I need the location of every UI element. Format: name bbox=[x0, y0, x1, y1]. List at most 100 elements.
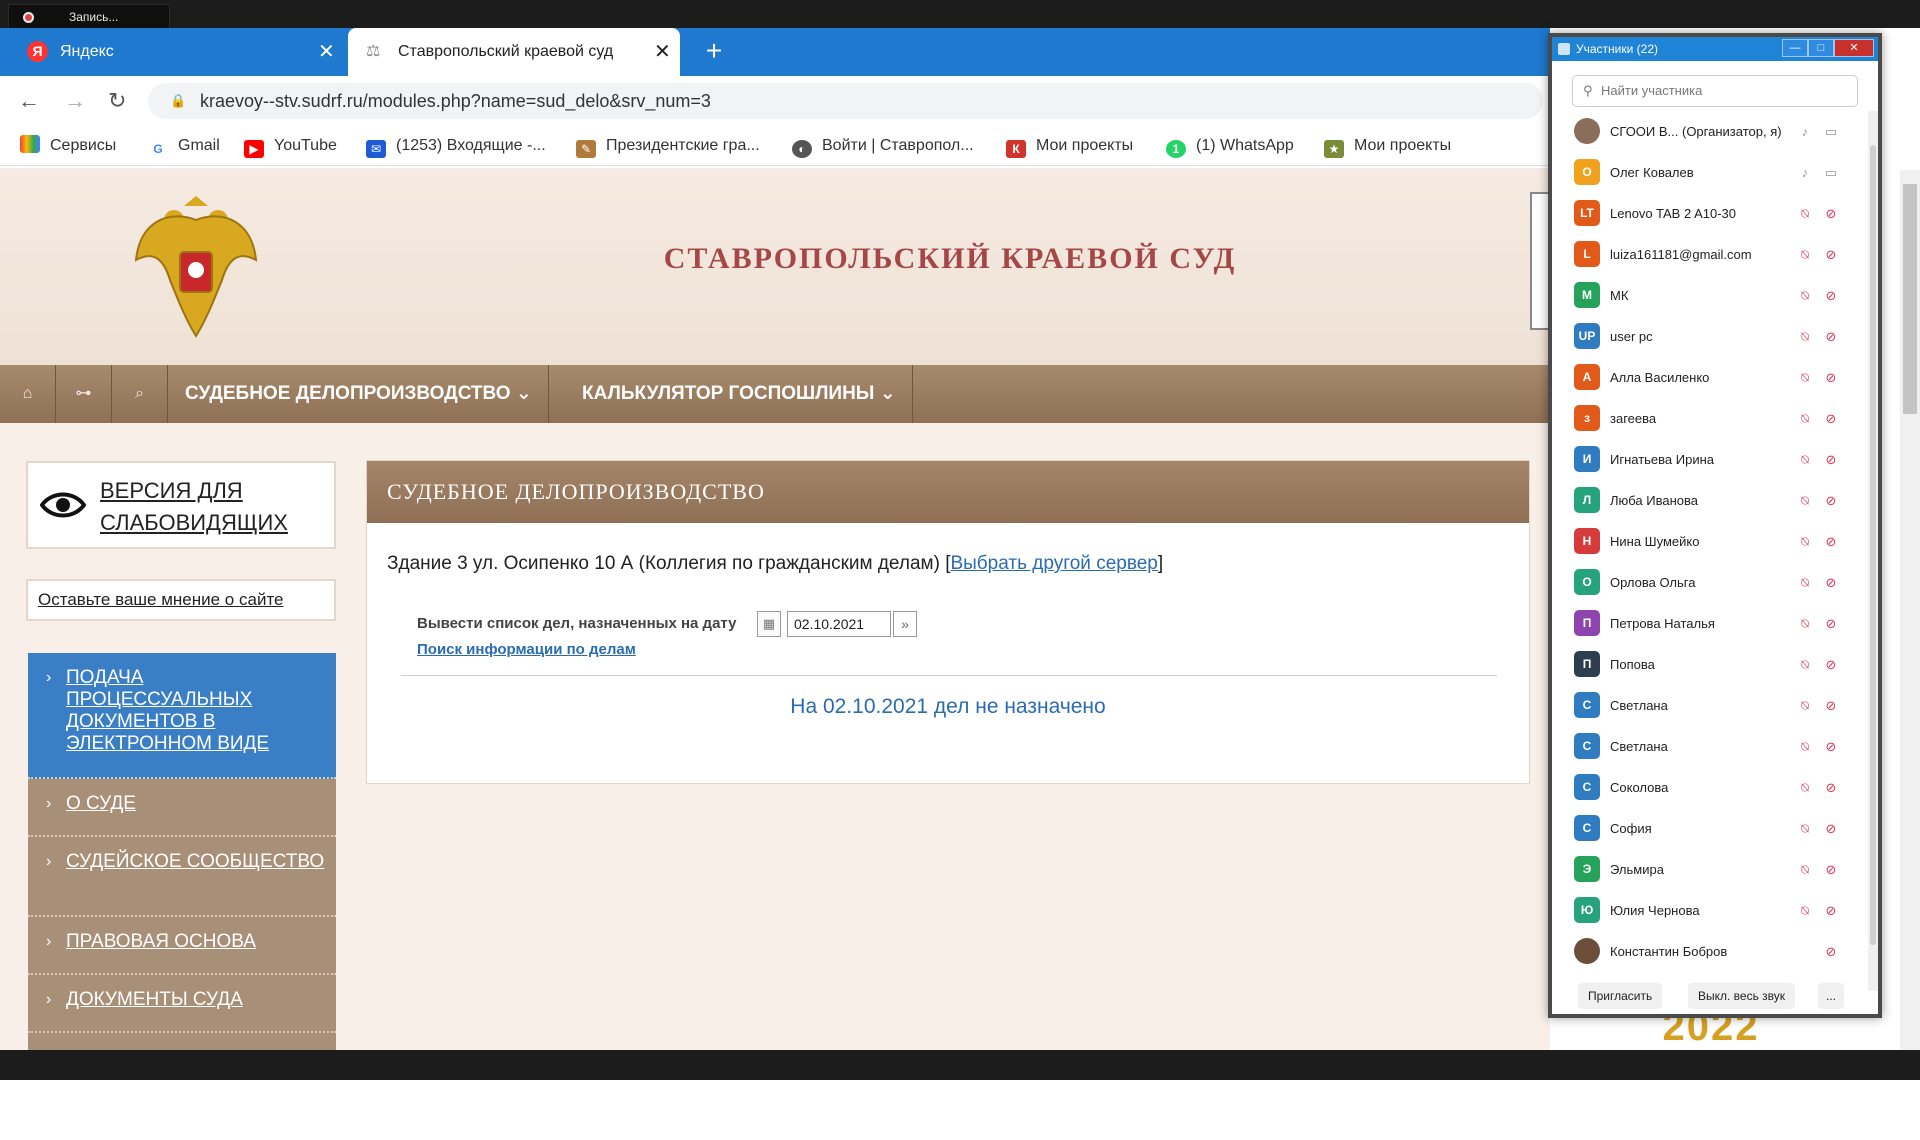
participant-row[interactable]: UP user pc ⍉ ⊘ bbox=[1552, 316, 1870, 357]
camera-off-icon[interactable]: ⊘ bbox=[1820, 562, 1842, 603]
camera-off-icon[interactable]: ⊘ bbox=[1820, 480, 1842, 521]
participant-row[interactable]: О Олег Ковалев ♪ ▭ bbox=[1552, 152, 1870, 193]
calendar-icon[interactable]: ▦ bbox=[757, 611, 781, 637]
bookmark-inbox[interactable]: ✉ (1253) Входящие -... bbox=[366, 126, 546, 166]
page-scrollbar[interactable] bbox=[1900, 170, 1920, 1050]
mic-muted-icon[interactable]: ⍉ bbox=[1796, 275, 1814, 316]
mic-muted-icon[interactable]: ⍉ bbox=[1796, 685, 1814, 726]
participant-row[interactable]: з загеева ⍉ ⊘ bbox=[1552, 398, 1870, 439]
mic-muted-icon[interactable]: ⍉ bbox=[1796, 890, 1814, 931]
participant-row[interactable]: Э Эльмира ⍉ ⊘ bbox=[1552, 849, 1870, 890]
mic-muted-icon[interactable]: ⍉ bbox=[1796, 603, 1814, 644]
change-server-link[interactable]: Выбрать другой сервер bbox=[950, 553, 1157, 574]
date-field[interactable]: 02.10.2021 bbox=[787, 611, 891, 637]
show-date-button[interactable]: » bbox=[893, 611, 917, 637]
participant-row[interactable]: Ю Юлия Чернова ⍉ ⊘ bbox=[1552, 890, 1870, 931]
sidebar-item-judges[interactable]: › СУДЕЙСКОЕ СООБЩЕСТВО bbox=[28, 837, 336, 917]
menu-fee-calculator[interactable]: КАЛЬКУЛЯТОР ГОСПОШЛИНЫ ⌄ bbox=[566, 365, 913, 423]
camera-off-icon[interactable]: ⊘ bbox=[1820, 275, 1842, 316]
close-window-icon[interactable]: ✕ bbox=[1834, 39, 1874, 57]
camera-off-icon[interactable]: ⊘ bbox=[1820, 193, 1842, 234]
bookmark-projects[interactable]: К Мои проекты bbox=[1006, 126, 1133, 166]
mic-icon[interactable]: ♪ bbox=[1796, 111, 1814, 152]
invite-button[interactable]: Пригласить bbox=[1578, 983, 1663, 1009]
mic-muted-icon[interactable]: ⍉ bbox=[1796, 562, 1814, 603]
camera-off-icon[interactable]: ⊘ bbox=[1820, 439, 1842, 480]
sitemap-icon[interactable]: ⊶ bbox=[56, 365, 112, 423]
sidebar-item-about[interactable]: › О СУДЕ bbox=[28, 779, 336, 837]
camera-off-icon[interactable]: ⊘ bbox=[1820, 849, 1842, 890]
bookmark-gmail[interactable]: G Gmail bbox=[148, 126, 219, 166]
bookmark-whatsapp[interactable]: 1 (1) WhatsApp bbox=[1166, 126, 1294, 166]
camera-off-icon[interactable]: ⊘ bbox=[1820, 316, 1842, 357]
recording-indicator[interactable]: Запись... bbox=[8, 4, 170, 30]
case-search-link[interactable]: Поиск информации по делам bbox=[417, 641, 636, 658]
maximize-icon[interactable]: □ bbox=[1808, 39, 1834, 57]
address-bar[interactable]: 🔒 kraevoy--stv.sudrf.ru/modules.php?name… bbox=[148, 83, 1543, 119]
participant-row[interactable]: П Попова ⍉ ⊘ bbox=[1552, 644, 1870, 685]
participant-row[interactable]: М МК ⍉ ⊘ bbox=[1552, 275, 1870, 316]
participant-row[interactable]: Л Люба Иванова ⍉ ⊘ bbox=[1552, 480, 1870, 521]
participant-row[interactable]: А Алла Василенко ⍉ ⊘ bbox=[1552, 357, 1870, 398]
search-icon[interactable]: ⌕ bbox=[112, 365, 168, 423]
participants-scrollbar[interactable] bbox=[1868, 111, 1878, 991]
camera-icon[interactable]: ▭ bbox=[1820, 152, 1842, 193]
more-button[interactable]: ... bbox=[1818, 983, 1844, 1009]
mic-muted-icon[interactable]: ⍉ bbox=[1796, 316, 1814, 357]
camera-off-icon[interactable]: ⊘ bbox=[1820, 521, 1842, 562]
scrollbar-thumb[interactable] bbox=[1870, 145, 1876, 945]
participant-row[interactable]: С Соколова ⍉ ⊘ bbox=[1552, 767, 1870, 808]
participant-row[interactable]: О Орлова Ольга ⍉ ⊘ bbox=[1552, 562, 1870, 603]
participant-row[interactable]: С София ⍉ ⊘ bbox=[1552, 808, 1870, 849]
sidebar-item-documents[interactable]: › ДОКУМЕНТЫ СУДА bbox=[28, 975, 336, 1033]
participant-row[interactable]: Lluiza161181@gmail.com ⍉ ⊘ bbox=[1552, 234, 1870, 275]
camera-off-icon[interactable]: ⊘ bbox=[1820, 931, 1842, 972]
new-tab-button[interactable]: + bbox=[694, 28, 734, 76]
camera-off-icon[interactable]: ⊘ bbox=[1820, 234, 1842, 275]
camera-off-icon[interactable]: ⊘ bbox=[1820, 685, 1842, 726]
participant-search-input[interactable]: ⚲ Найти участника bbox=[1572, 75, 1858, 107]
mic-muted-icon[interactable]: ⍉ bbox=[1796, 808, 1814, 849]
participant-row[interactable]: С Светлана ⍉ ⊘ bbox=[1552, 685, 1870, 726]
participant-row[interactable]: Н Нина Шумейко ⍉ ⊘ bbox=[1552, 521, 1870, 562]
mic-muted-icon[interactable]: ⍉ bbox=[1796, 644, 1814, 685]
mic-muted-icon[interactable]: ⍉ bbox=[1796, 849, 1814, 890]
sidebar-item-electronic-filing[interactable]: › ПОДАЧА ПРОЦЕССУАЛЬНЫХ ДОКУМЕНТОВ В ЭЛЕК… bbox=[28, 653, 336, 779]
mic-muted-icon[interactable]: ⍉ bbox=[1796, 193, 1814, 234]
camera-icon[interactable]: ▭ bbox=[1820, 111, 1842, 152]
tab-yandex[interactable]: Я Яндекс ✕ bbox=[0, 28, 346, 76]
camera-off-icon[interactable]: ⊘ bbox=[1820, 644, 1842, 685]
sidebar-item-more[interactable] bbox=[28, 1033, 336, 1050]
participant-row[interactable]: С Светлана ⍉ ⊘ bbox=[1552, 726, 1870, 767]
tab-court[interactable]: ⚖ Ставропольский краевой суд ✕ bbox=[348, 28, 680, 76]
camera-off-icon[interactable]: ⊘ bbox=[1820, 726, 1842, 767]
minimize-icon[interactable]: — bbox=[1782, 39, 1808, 57]
camera-off-icon[interactable]: ⊘ bbox=[1820, 603, 1842, 644]
camera-off-icon[interactable]: ⊘ bbox=[1820, 357, 1842, 398]
bookmark-services[interactable]: Сервисы bbox=[20, 126, 116, 166]
mic-muted-icon[interactable]: ⍉ bbox=[1796, 726, 1814, 767]
camera-off-icon[interactable]: ⊘ bbox=[1820, 398, 1842, 439]
forward-icon[interactable]: → bbox=[64, 76, 86, 126]
camera-off-icon[interactable]: ⊘ bbox=[1820, 890, 1842, 931]
mic-muted-icon[interactable]: ⍉ bbox=[1796, 398, 1814, 439]
home-icon[interactable]: ⌂ bbox=[0, 365, 56, 423]
mic-muted-icon[interactable]: ⍉ bbox=[1796, 767, 1814, 808]
participant-row[interactable]: Константин Бобров ⊘ bbox=[1552, 931, 1870, 972]
bookmark-projects-2[interactable]: ★ Мои проекты bbox=[1324, 126, 1451, 166]
mic-muted-icon[interactable]: ⍉ bbox=[1796, 480, 1814, 521]
participant-row[interactable]: LT Lenovo TAB 2 A10-30 ⍉ ⊘ bbox=[1552, 193, 1870, 234]
mute-all-button[interactable]: Выкл. весь звук bbox=[1688, 983, 1796, 1009]
mic-muted-icon[interactable]: ⍉ bbox=[1796, 521, 1814, 562]
mic-icon[interactable]: ♪ bbox=[1796, 152, 1814, 193]
participant-row[interactable]: СГООИ В... (Организатор, я) ♪ ▭ bbox=[1552, 111, 1870, 152]
feedback-link[interactable]: Оставьте ваше мнение о сайте bbox=[26, 579, 336, 621]
mic-muted-icon[interactable]: ⍉ bbox=[1796, 357, 1814, 398]
close-icon[interactable]: ✕ bbox=[1880, 36, 1895, 57]
bookmark-grants[interactable]: ✎ Президентские гра... bbox=[576, 126, 760, 166]
close-tab-icon[interactable]: ✕ bbox=[318, 28, 335, 76]
camera-off-icon[interactable]: ⊘ bbox=[1820, 767, 1842, 808]
sidebar-item-legal-basis[interactable]: › ПРАВОВАЯ ОСНОВА bbox=[28, 917, 336, 975]
menu-court-proceedings[interactable]: СУДЕБНОЕ ДЕЛОПРОИЗВОДСТВО ⌄ bbox=[169, 365, 549, 423]
bookmark-login[interactable]: ◐ Войти | Ставропол... bbox=[792, 126, 974, 166]
